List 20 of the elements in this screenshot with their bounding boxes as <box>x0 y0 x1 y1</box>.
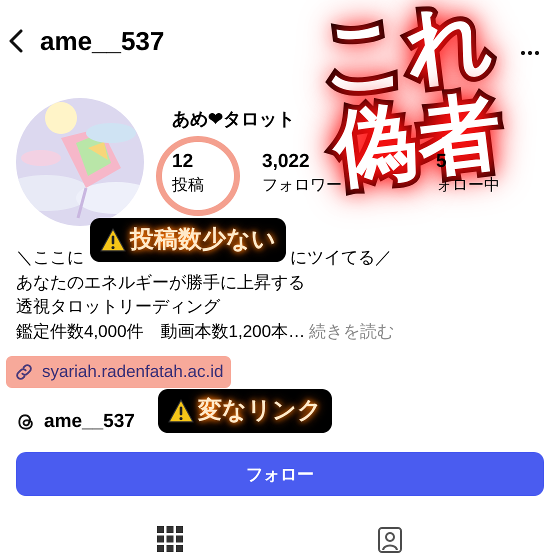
display-name: あめ❤タロット <box>172 108 296 131</box>
threads-username[interactable]: ame__537 <box>44 408 135 436</box>
bio-text: にツイてる／ <box>290 247 392 269</box>
tagged-icon[interactable] <box>377 526 403 554</box>
stat-count: 12 <box>172 150 194 174</box>
bio-text: 透視タロットリーディング <box>16 296 222 318</box>
stat-count: 3,022 <box>262 150 311 174</box>
link-icon <box>14 362 34 382</box>
stat-label: 投稿 <box>172 176 205 196</box>
grid-icon[interactable] <box>157 526 183 554</box>
callout-text: 変なリンク <box>198 396 322 426</box>
bio-text: ＼ここに <box>16 247 84 269</box>
follow-button[interactable]: フォロー <box>16 452 544 496</box>
bio-text: あなたのエネルギーが勝手に上昇する <box>16 272 306 294</box>
back-icon[interactable] <box>8 29 24 53</box>
callout-text: 投稿数少ない <box>130 225 276 255</box>
bio-text: 鑑定件数4,000件 動画本数1,200本… <box>16 320 306 342</box>
profile-username: ame__537 <box>40 28 164 54</box>
profile-link[interactable]: syariah.radenfatah.ac.id <box>42 359 224 384</box>
more-link[interactable]: 続きを読む <box>309 320 394 344</box>
